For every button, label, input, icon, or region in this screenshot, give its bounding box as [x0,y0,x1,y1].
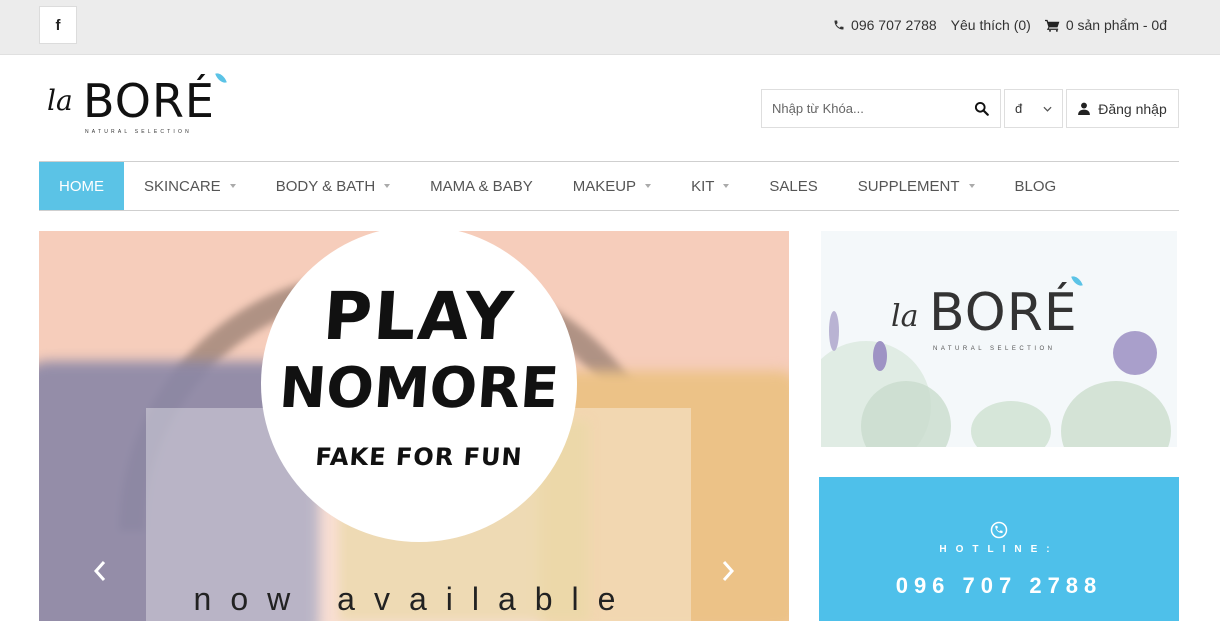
chevron-left-icon [93,561,106,581]
nav-label: BODY & BATH [275,177,376,195]
user-icon [1078,102,1091,115]
logo-tagline: NATURAL SELECTION [85,129,192,135]
nav-item-kit[interactable]: KIT [671,162,749,210]
nav-item-makeup[interactable]: MAKEUP [553,162,671,210]
side-logo-brand: BORÉ [929,283,1078,343]
cart-link[interactable]: 0 sản phẩm - 0đ [1044,17,1167,33]
logo-brand: BORÉ [83,74,215,128]
banner-logo-circle: PLAY NOMORE FAKE FOR FUN [261,231,577,542]
banner-subtitle: FAKE FOR FUN [314,443,524,471]
chevron-down-icon [1043,106,1052,112]
nav-label: SALES [769,177,818,195]
login-label: Đăng nhập [1098,100,1167,117]
flower-decoration [1113,331,1157,375]
banner-title-line2: NOMORE [277,356,561,421]
search-icon [974,101,989,116]
flower-decoration [1061,381,1171,447]
top-bar: f 096 707 2788 Yêu thích (0) 0 sản phẩm … [0,0,1220,55]
nav-label: KIT [691,177,715,195]
phone-circle-icon [990,521,1008,539]
flower-decoration [829,311,839,351]
banner-title-line1: PLAY [320,278,518,355]
side-logo-tagline: NATURAL SELECTION [933,346,1056,352]
cart-summary: 0 sản phẩm - 0đ [1065,17,1167,33]
leaf-icon [215,70,227,86]
nav-label: BLOG [1014,177,1057,195]
hero-slider[interactable]: PLAY NOMORE FAKE FOR FUN now available [39,231,789,621]
search-button[interactable] [962,90,1000,127]
caret-down-icon [968,184,975,188]
top-bar-links: 096 707 2788 Yêu thích (0) 0 sản phẩm - … [819,17,1167,33]
site-logo[interactable]: la BORÉ NATURAL SELECTION [45,70,235,138]
flower-decoration [873,341,887,371]
hotline-number: 096 707 2788 [895,573,1103,598]
currency-select[interactable]: đ [1004,89,1063,128]
slider-next-button[interactable] [713,556,743,586]
logo-la: la [47,84,73,117]
nav-item-body-bath[interactable]: BODY & BATH [256,162,410,210]
main-nav: HOME SKINCARE BODY & BATH MAMA & BABY MA… [39,161,1179,211]
nav-label: MAMA & BABY [430,177,533,195]
nav-item-skincare[interactable]: SKINCARE [124,162,256,210]
favorites-link[interactable]: Yêu thích (0) [951,17,1031,33]
banner-caption: now available [193,581,635,617]
nav-label: SUPPLEMENT [857,177,960,195]
nav-label: SKINCARE [144,177,221,195]
facebook-icon[interactable]: f [39,6,77,44]
hotline-banner[interactable]: HOTLINE: 096 707 2788 [819,477,1179,621]
phone-link[interactable]: 096 707 2788 [833,17,937,33]
nav-item-sales[interactable]: SALES [749,162,837,210]
favorites-label: Yêu thích (0) [950,17,1031,33]
search-input[interactable] [762,90,962,127]
phone-icon [834,20,844,30]
nav-item-mama-baby[interactable]: MAMA & BABY [410,162,553,210]
phone-number: 096 707 2788 [851,17,937,33]
nav-item-home[interactable]: HOME [39,162,124,210]
search-box [761,89,1001,128]
nav-label: MAKEUP [572,177,637,195]
cart-icon [1044,19,1060,32]
nav-label: HOME [59,177,104,195]
caret-down-icon [723,184,730,188]
side-logo-la: la [891,299,919,334]
nav-item-supplement[interactable]: SUPPLEMENT [838,162,995,210]
caret-down-icon [645,184,652,188]
caret-down-icon [229,184,236,188]
flower-decoration [971,401,1051,447]
slider-prev-button[interactable] [85,556,115,586]
login-button[interactable]: Đăng nhập [1066,89,1179,128]
hotline-label: HOTLINE: [939,544,1059,555]
chevron-right-icon [722,561,735,581]
caret-down-icon [384,184,391,188]
currency-value: đ [1015,101,1023,116]
nav-item-blog[interactable]: BLOG [995,162,1077,210]
side-brand-banner[interactable]: la BORÉ NATURAL SELECTION [821,231,1177,447]
